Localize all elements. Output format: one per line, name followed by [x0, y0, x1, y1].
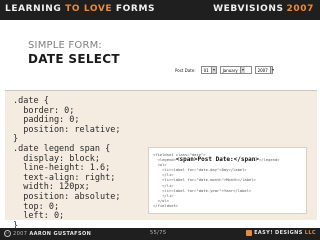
footer-company: EASY! DESIGNS LLC	[246, 230, 316, 236]
css-code-sample: .date { border: 0; padding: 0; position:…	[13, 96, 121, 231]
code-panel: .date { border: 0; padding: 0; position:…	[5, 91, 317, 231]
html-line-legend-span: <span>Post Date:</span>	[175, 156, 259, 164]
year-select[interactable]: 2007	[254, 66, 274, 74]
day-value: 01	[203, 67, 209, 73]
header-bar: LEARNING TO LOVE FORMS WEBVISIONS 2007	[0, 0, 320, 20]
company-logo-icon	[246, 230, 253, 236]
chevron-down-icon[interactable]	[269, 67, 274, 73]
date-select-demo: Post Date: 01 January 2007	[175, 65, 274, 75]
chevron-down-icon[interactable]	[239, 67, 245, 73]
month-select[interactable]: January	[219, 66, 252, 74]
brand-name: WEBVISIONS	[213, 4, 284, 14]
footer-credit: cc 2007 AARON GUSTAFSON	[4, 230, 91, 237]
html-code-box: <fieldset class="date"> <legend><span>Po…	[148, 147, 307, 214]
title-to-love: TO LOVE	[65, 4, 113, 14]
page-number: 55/75	[150, 230, 167, 236]
html-line-legend-close: </legend>	[258, 157, 280, 163]
title-forms: FORMS	[115, 4, 156, 14]
post-date-label: Post Date:	[175, 67, 196, 73]
footer-author: AARON GUSTAFSON	[29, 230, 92, 237]
conference-brand: WEBVISIONS 2007	[213, 4, 314, 14]
creative-commons-icon: cc	[4, 230, 11, 237]
month-value: January	[222, 67, 238, 73]
chevron-down-icon[interactable]	[210, 67, 216, 73]
slide-subtitle: SIMPLE FORM:	[28, 40, 102, 51]
footer-year: 2007	[13, 230, 28, 237]
brand-year: 2007	[286, 4, 314, 14]
company-name: EASY! DESIGNS	[254, 230, 303, 236]
day-select[interactable]: 01	[200, 66, 217, 74]
html-line-list: <ol> <li><label for="date-day">Day</labe…	[153, 162, 256, 208]
title-learning: LEARNING	[5, 4, 62, 14]
footer-bar: cc 2007 AARON GUSTAFSON 55/75 EASY! DESI…	[0, 228, 320, 240]
company-suffix: LLC	[304, 230, 316, 236]
slide-title: DATE SELECT	[28, 52, 120, 66]
presentation-title: LEARNING TO LOVE FORMS	[5, 4, 155, 14]
year-value: 2007	[257, 67, 268, 73]
html-code-sample: <fieldset class="date"> <legend><span>Po…	[153, 152, 280, 208]
